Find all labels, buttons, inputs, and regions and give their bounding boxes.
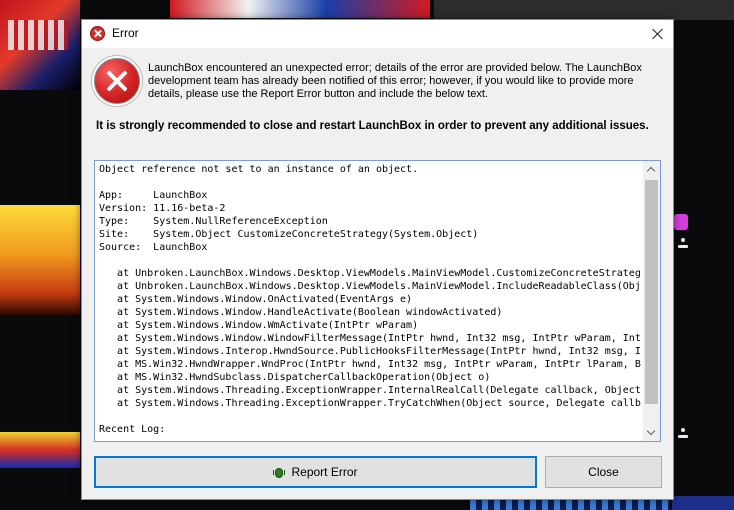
- error-message: LaunchBox encountered an unexpected erro…: [148, 62, 642, 100]
- background-game-logo: [0, 205, 80, 315]
- error-details-text[interactable]: Object reference not set to an instance …: [99, 163, 643, 439]
- error-icon: [90, 26, 105, 41]
- close-icon[interactable]: [643, 20, 673, 48]
- bug-icon: [273, 466, 286, 479]
- report-error-button[interactable]: Report Error: [94, 456, 537, 488]
- error-details-textbox[interactable]: Object reference not set to an instance …: [94, 160, 661, 442]
- report-error-label: Report Error: [291, 465, 358, 479]
- side-tag-icon: [674, 214, 688, 230]
- dialog-title: Error: [112, 26, 139, 40]
- error-large-icon: [94, 58, 140, 104]
- vertical-scrollbar[interactable]: [643, 161, 660, 441]
- background-panel: [672, 496, 734, 510]
- joystick-icon: [678, 428, 688, 442]
- scroll-down-icon[interactable]: [643, 424, 660, 441]
- background-game-logo: [0, 432, 80, 468]
- background-game-logo: [0, 0, 80, 90]
- background-panel: [434, 0, 734, 20]
- background-game-logo: [170, 0, 430, 18]
- close-button[interactable]: Close: [545, 456, 662, 488]
- joystick-icon: [678, 238, 688, 252]
- title-bar: Error: [82, 20, 673, 48]
- scroll-up-icon[interactable]: [643, 161, 660, 178]
- close-label: Close: [588, 465, 619, 479]
- restart-warning: It is strongly recommended to close and …: [96, 120, 649, 132]
- error-dialog: Error LaunchBox encountered an unexpecte…: [81, 19, 674, 500]
- scrollbar-thumb[interactable]: [645, 180, 658, 404]
